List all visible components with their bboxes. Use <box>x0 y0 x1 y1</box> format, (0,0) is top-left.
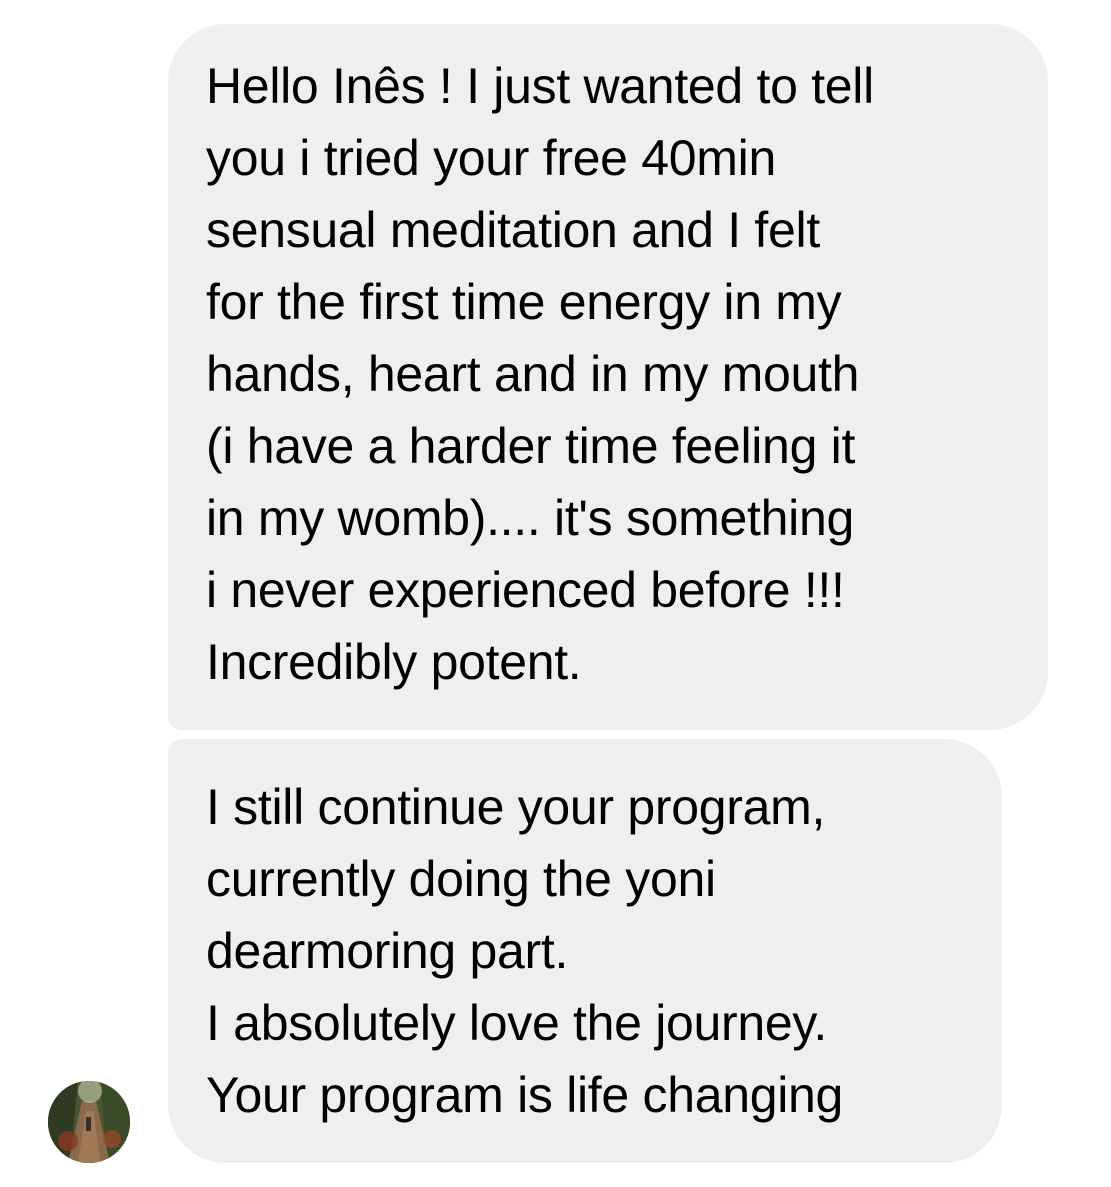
message-thread: Hello Inês ! I just wanted to tell you i… <box>0 0 1111 1187</box>
message-bubble[interactable]: Hello Inês ! I just wanted to tell you i… <box>168 24 1048 730</box>
avatar-photo-icon <box>48 1081 130 1163</box>
message-bubble[interactable]: I still continue your program, currently… <box>168 739 1002 1163</box>
contact-avatar[interactable] <box>48 1081 130 1163</box>
